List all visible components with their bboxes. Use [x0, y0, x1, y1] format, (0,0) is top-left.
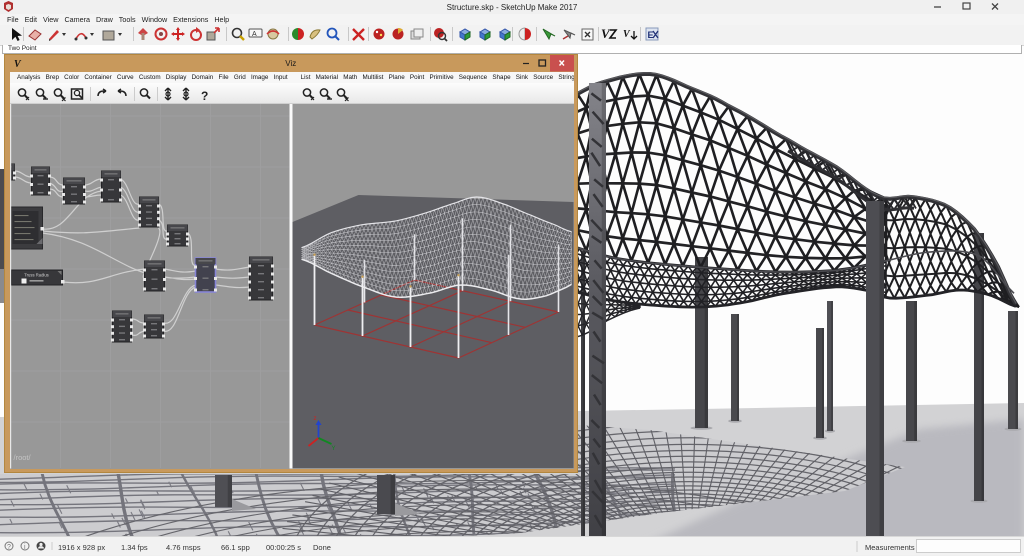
- svg-text:V: V: [623, 29, 631, 40]
- svg-text:Truss Radius: Truss Radius: [24, 273, 49, 278]
- svg-text:z: z: [314, 416, 317, 422]
- svg-text:/root/: /root/: [14, 453, 32, 462]
- svg-text:A: A: [252, 31, 257, 38]
- svg-text:?: ?: [201, 89, 208, 103]
- svg-text:Y: Y: [332, 446, 336, 452]
- svg-text:?: ?: [7, 544, 11, 551]
